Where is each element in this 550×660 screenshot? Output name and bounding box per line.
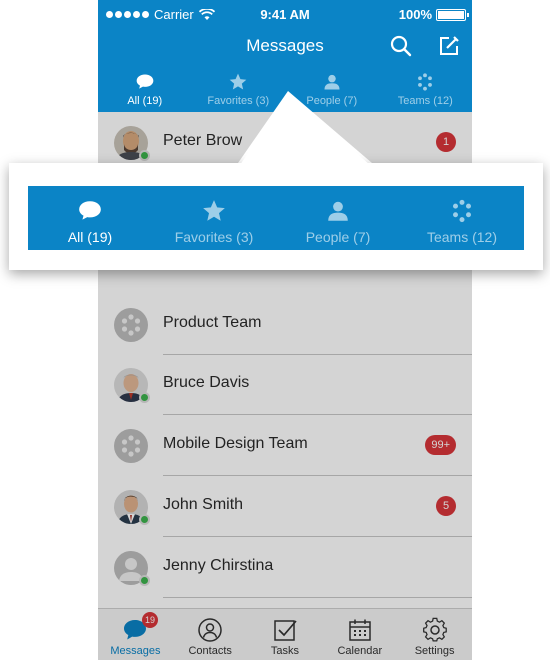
zoom-tab-teams-label: Teams (12) xyxy=(426,229,498,245)
chat-bubble-icon xyxy=(79,201,101,220)
unread-badge: 5 xyxy=(436,496,456,516)
messages-count-badge: 19 xyxy=(142,612,158,628)
star-icon xyxy=(229,73,247,90)
bottom-tab-bar: 19 Messages Contacts Tasks Calendar Sett… xyxy=(98,608,472,660)
online-indicator xyxy=(139,575,150,586)
person-icon xyxy=(328,201,348,221)
unread-badge: 1 xyxy=(436,132,456,152)
tab-tasks[interactable]: Tasks xyxy=(248,609,323,660)
tab-calendar-label: Calendar xyxy=(337,645,383,657)
team-avatar xyxy=(114,429,148,463)
team-name: Mobile Design Team xyxy=(163,435,308,452)
tab-calendar[interactable]: Calendar xyxy=(322,609,397,660)
dots-circle-icon xyxy=(418,73,433,91)
zoom-tab-people-label: People (7) xyxy=(305,229,371,245)
team-name: Product Team xyxy=(163,314,262,331)
page-title: Messages xyxy=(246,36,324,55)
contact-name: Bruce Davis xyxy=(163,374,250,391)
person-icon xyxy=(324,74,340,90)
online-indicator xyxy=(139,514,150,525)
online-indicator xyxy=(139,392,150,403)
tab-settings-label: Settings xyxy=(414,645,455,657)
tab-all[interactable]: All (19) xyxy=(98,64,192,112)
tab-contacts-label: Contacts xyxy=(188,645,232,657)
battery-icon xyxy=(436,8,469,21)
calendar-icon xyxy=(349,619,371,641)
tab-all-label: All (19) xyxy=(127,95,163,107)
task-checkbox-icon xyxy=(274,620,297,641)
dots-circle-icon xyxy=(453,199,471,223)
gear-icon xyxy=(422,617,447,642)
conversation-row[interactable]: Jenny Chirstina xyxy=(98,537,472,598)
zoom-tab-teams[interactable]: Teams (12) xyxy=(400,186,524,250)
nav-bar: Messages xyxy=(98,28,472,64)
zoom-tab-all-label: All (19) xyxy=(67,229,113,245)
contact-name: Peter Brow xyxy=(163,132,243,149)
zoom-tab-favorites-label: Favorites (3) xyxy=(174,229,254,245)
search-icon[interactable] xyxy=(389,34,413,58)
conversation-row[interactable]: Bruce Davis xyxy=(98,354,472,415)
phone-screen: Carrier 9:41 AM 100% Messages All (19) F xyxy=(98,0,472,660)
compose-icon[interactable] xyxy=(437,34,461,58)
conversation-row[interactable]: Product Team xyxy=(98,294,472,355)
contact-icon xyxy=(198,618,222,642)
team-avatar xyxy=(114,308,148,342)
tab-people[interactable]: People (7) xyxy=(285,64,379,112)
tab-people-label: People (7) xyxy=(306,95,358,107)
tab-messages[interactable]: 19 Messages xyxy=(98,609,173,660)
tab-teams[interactable]: Teams (12) xyxy=(379,64,473,112)
zoom-tab-people[interactable]: People (7) xyxy=(276,186,400,250)
zoom-tab-all[interactable]: All (19) xyxy=(28,186,152,250)
tab-settings[interactable]: Settings xyxy=(397,609,472,660)
tab-favorites-label: Favorites (3) xyxy=(207,95,270,107)
filter-tabs: All (19) Favorites (3) People (7) Teams … xyxy=(98,64,472,112)
tab-messages-label: Messages xyxy=(110,645,161,657)
star-icon xyxy=(203,200,225,221)
unread-badge: 99+ xyxy=(425,435,456,455)
online-indicator xyxy=(139,150,150,161)
tab-tasks-label: Tasks xyxy=(270,645,300,657)
status-bar: Carrier 9:41 AM 100% xyxy=(98,0,472,28)
tab-contacts[interactable]: Contacts xyxy=(173,609,248,660)
zoomed-filter-tabs: All (19) Favorites (3) People (7) Teams … xyxy=(28,186,524,250)
battery-percent: 100% xyxy=(398,7,432,22)
conversation-row[interactable]: John Smith 5 xyxy=(98,476,472,537)
contact-name: John Smith xyxy=(163,496,244,513)
tab-favorites[interactable]: Favorites (3) xyxy=(192,64,286,112)
screenshot-stage: Carrier 9:41 AM 100% Messages All (19) F xyxy=(0,0,550,660)
conversation-row[interactable]: Mobile Design Team 99+ xyxy=(98,415,472,476)
zoom-tab-favorites[interactable]: Favorites (3) xyxy=(152,186,276,250)
chat-bubble-icon xyxy=(136,74,154,89)
contact-name: Jenny Chirstina xyxy=(163,557,274,574)
divider xyxy=(163,597,472,598)
tab-teams-label: Teams (12) xyxy=(397,95,453,107)
